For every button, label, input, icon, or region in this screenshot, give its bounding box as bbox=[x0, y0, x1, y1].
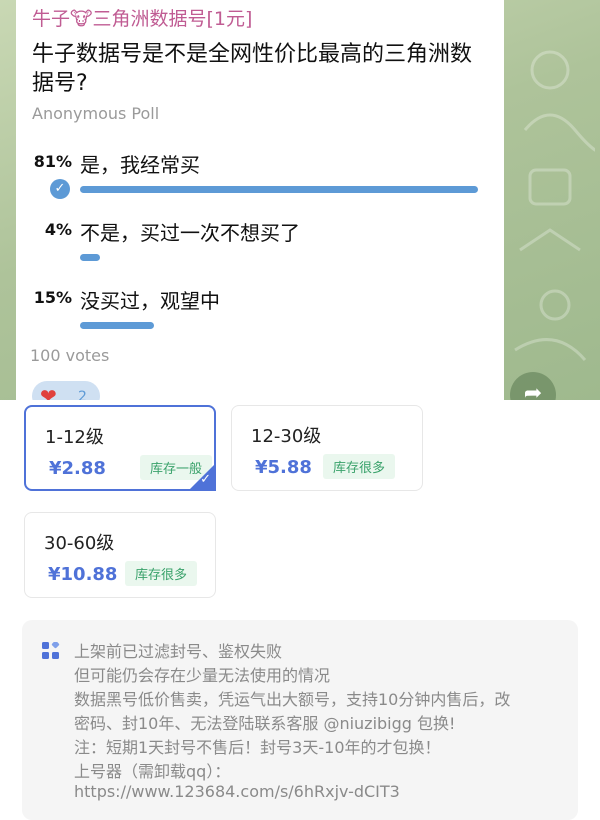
poll-message-bubble: 牛子🐮三角洲数据号[1元] 牛子数据号是不是全网性价比最高的三角洲数据号? An… bbox=[16, 0, 504, 400]
poll-option[interactable]: 81% 是，我经常买 ✓ bbox=[16, 152, 504, 222]
reaction-chip[interactable]: ❤ 2 bbox=[32, 381, 100, 400]
poll-question: 牛子数据号是不是全网性价比最高的三角洲数据号? bbox=[32, 42, 473, 96]
background-doodle-icon bbox=[514, 50, 595, 361]
poll-option-bar bbox=[80, 186, 478, 193]
notice-box: 上架前已过滤封号、鉴权失败 但可能仍会存在少量无法使用的情况 数据黑号低价售卖，… bbox=[22, 620, 578, 820]
notice-line: 注：短期1天封号不售后！封号3天-10年的才包换！ bbox=[74, 738, 441, 757]
option-card-30-60[interactable]: 30-60级 ¥10.88 库存很多 bbox=[24, 512, 216, 598]
notice-line: 数据黑号低价售卖，凭运气出大额号，支持10分钟内售后，改 bbox=[74, 690, 511, 709]
option-price: ¥10.88 bbox=[48, 564, 118, 585]
poll-option-percent: 15% bbox=[33, 288, 72, 307]
chat-screenshot: 牛子🐮三角洲数据号[1元] 牛子数据号是不是全网性价比最高的三角洲数据号? An… bbox=[0, 0, 600, 400]
notice-line: 密码、封10年、无法登陆联系客服 @niuzibigg 包换! bbox=[74, 714, 456, 733]
poll-option-bar bbox=[80, 322, 154, 329]
notice-line: 上号器（需卸载qq）： bbox=[74, 762, 231, 781]
poll-option-percent: 4% bbox=[44, 220, 72, 239]
poll-option-text: 是，我经常买 bbox=[80, 153, 200, 177]
heart-icon: ❤ bbox=[40, 384, 57, 400]
notice-line: 上架前已过滤封号、鉴权失败 bbox=[74, 642, 283, 661]
poll-option-text: 不是，买过一次不想买了 bbox=[80, 221, 300, 245]
reaction-count: 2 bbox=[78, 389, 87, 400]
option-level: 30-60级 bbox=[44, 533, 115, 554]
check-circle-icon: ✓ bbox=[50, 179, 70, 199]
stock-badge: 库存很多 bbox=[323, 454, 396, 479]
poll-type-label: Anonymous Poll bbox=[32, 104, 160, 123]
poll-option-text: 没买过，观望中 bbox=[80, 289, 220, 313]
checkmark-icon: ✓ bbox=[200, 472, 211, 487]
option-card-12-30[interactable]: 12-30级 ¥5.88 库存很多 bbox=[231, 405, 423, 491]
option-price: ¥2.88 bbox=[49, 458, 106, 479]
sender-name[interactable]: 牛子🐮三角洲数据号[1元] bbox=[32, 4, 252, 31]
stock-badge: 库存很多 bbox=[125, 561, 198, 586]
option-price: ¥5.88 bbox=[255, 457, 312, 478]
poll-option-percent: 81% bbox=[33, 152, 72, 171]
option-level: 1-12级 bbox=[45, 427, 104, 448]
download-link[interactable]: https://www.123684.com/s/6hRxjv-dCIT3 bbox=[74, 782, 400, 801]
notice-line: 但可能仍会存在少量无法使用的情况 bbox=[74, 666, 331, 685]
poll-option[interactable]: 4% 不是，买过一次不想买了 bbox=[16, 220, 504, 290]
option-level: 12-30级 bbox=[251, 426, 322, 447]
grid-icon bbox=[42, 642, 60, 659]
option-card-1-12[interactable]: 1-12级 ¥2.88 库存一般 ✓ bbox=[24, 405, 216, 491]
poll-option-bar bbox=[80, 254, 100, 261]
vote-count: 100 votes bbox=[30, 346, 110, 365]
